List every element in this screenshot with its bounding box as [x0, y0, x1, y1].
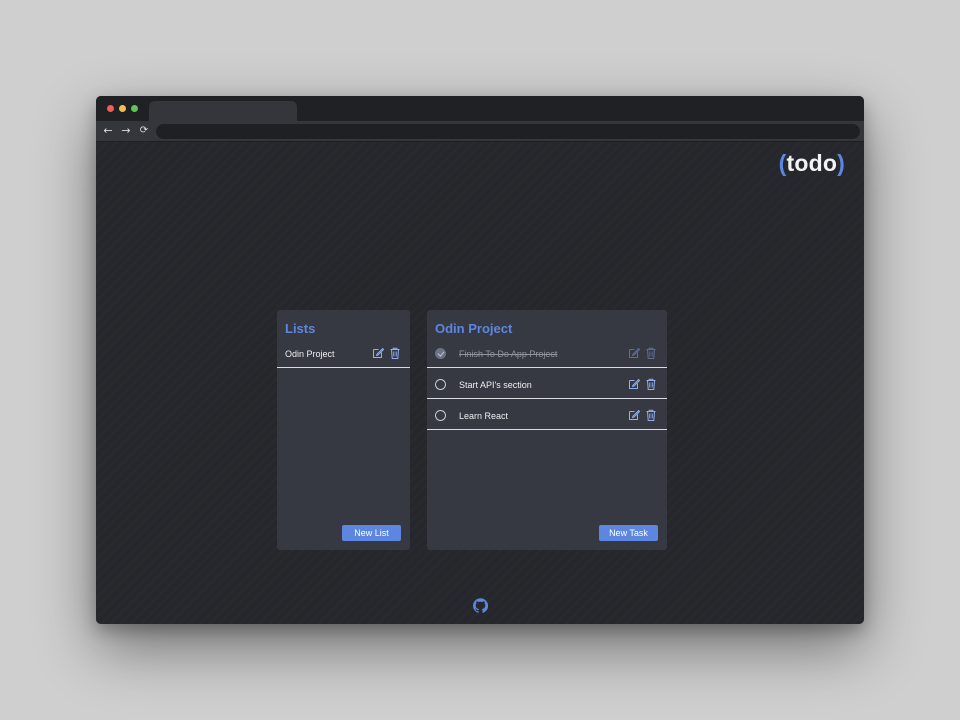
trash-icon[interactable]	[645, 347, 657, 359]
maximize-window-button[interactable]	[131, 105, 138, 112]
tasks-title: Odin Project	[435, 321, 513, 336]
back-arrow-icon[interactable]: ←	[100, 122, 116, 140]
task-label: Learn React	[459, 411, 509, 421]
list-item-label: Odin Project	[285, 349, 335, 359]
lists-panel: Lists Odin Project New List	[277, 310, 410, 550]
task-label: Finish To Do App Project	[459, 349, 558, 359]
tasks-panel: Odin Project Finish To Do App Project St…	[427, 310, 667, 550]
task-item[interactable]: Start API's section	[427, 372, 667, 399]
trash-icon[interactable]	[645, 409, 657, 421]
address-bar[interactable]	[156, 124, 860, 139]
task-item[interactable]: Finish To Do App Project	[427, 341, 667, 368]
logo-close-paren: )	[837, 150, 845, 176]
app-logo: (todo)	[779, 150, 845, 177]
task-checkbox[interactable]	[435, 379, 446, 390]
edit-icon[interactable]	[372, 347, 384, 359]
logo-text: todo	[786, 150, 838, 176]
new-list-button[interactable]: New List	[342, 525, 401, 541]
new-task-button[interactable]: New Task	[599, 525, 658, 541]
forward-arrow-icon[interactable]: →	[118, 122, 134, 140]
github-icon[interactable]	[473, 598, 488, 613]
page-content: (todo) Lists Odin Project New List Odin …	[96, 142, 864, 624]
edit-icon[interactable]	[628, 409, 640, 421]
reload-icon[interactable]: ⟳	[136, 122, 152, 140]
edit-icon[interactable]	[628, 378, 640, 390]
task-checkbox[interactable]	[435, 348, 446, 359]
trash-icon[interactable]	[389, 347, 401, 359]
browser-toolbar: ← → ⟳	[96, 121, 864, 142]
browser-window: ← → ⟳ (todo) Lists Odin Project New List…	[96, 96, 864, 624]
edit-icon[interactable]	[628, 347, 640, 359]
close-window-button[interactable]	[107, 105, 114, 112]
minimize-window-button[interactable]	[119, 105, 126, 112]
lists-title: Lists	[285, 321, 316, 336]
task-item[interactable]: Learn React	[427, 403, 667, 430]
task-checkbox[interactable]	[435, 410, 446, 421]
list-item[interactable]: Odin Project	[277, 341, 410, 368]
browser-tab[interactable]	[149, 101, 297, 121]
trash-icon[interactable]	[645, 378, 657, 390]
task-label: Start API's section	[459, 380, 532, 390]
logo-open-paren: (	[778, 150, 787, 176]
title-bar	[96, 96, 864, 121]
